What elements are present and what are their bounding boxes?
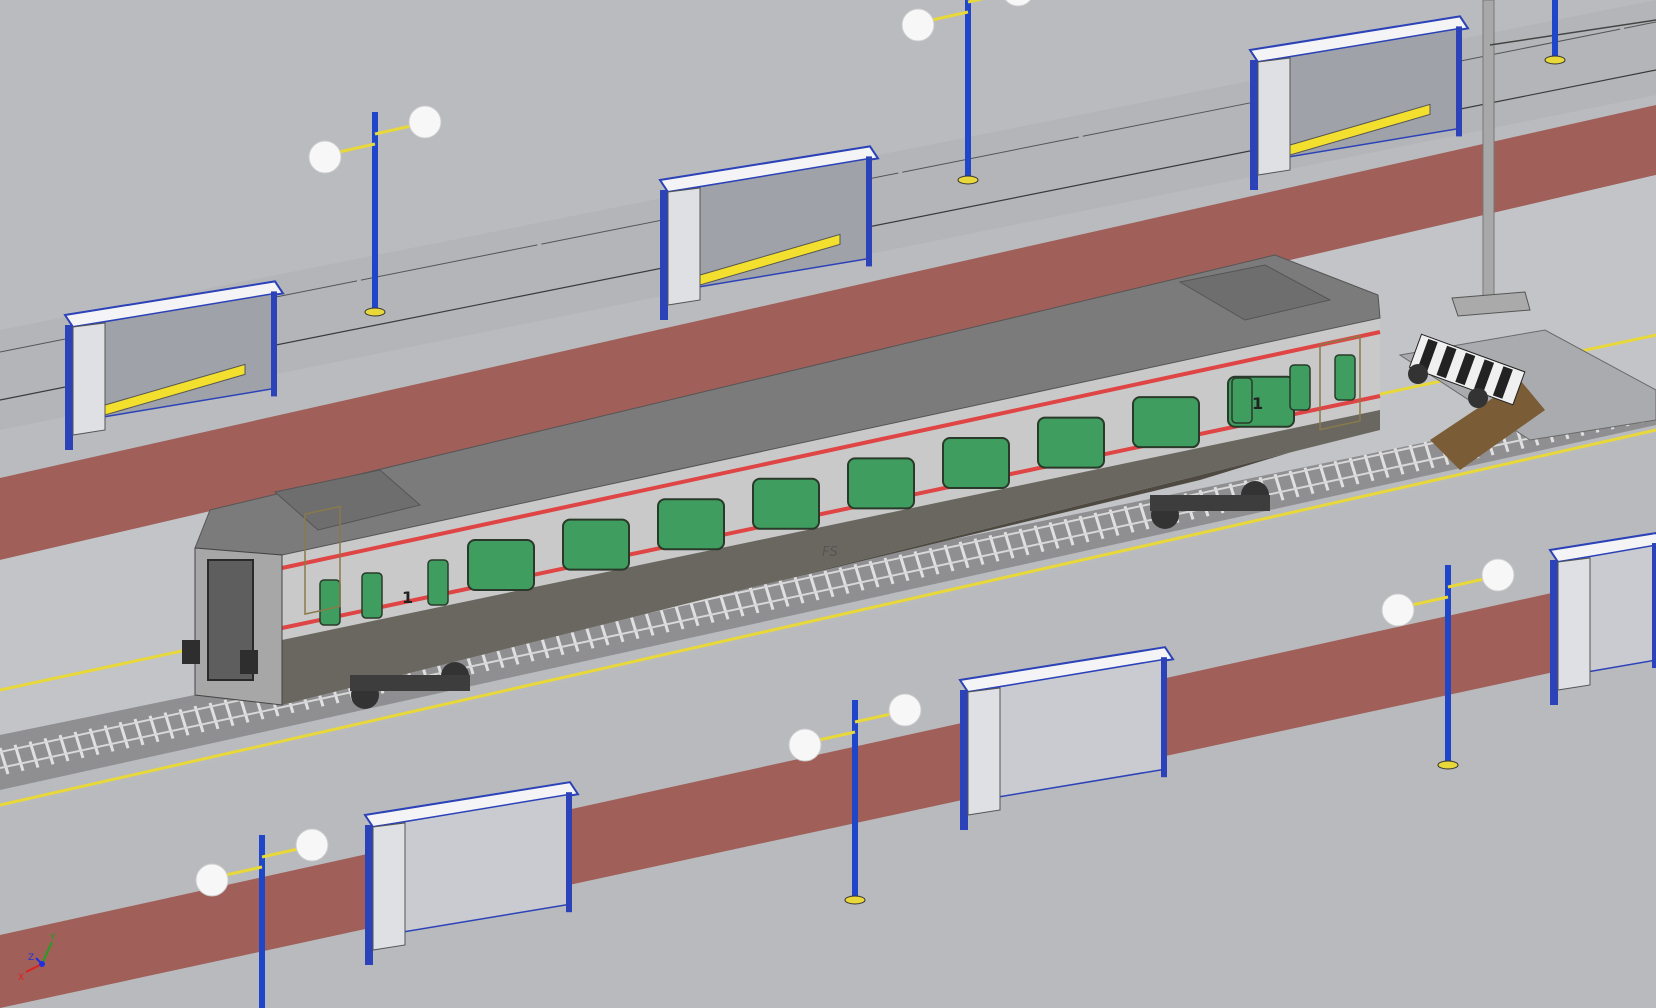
lamp-pole (1445, 565, 1451, 765)
shelter-side-panel (1257, 57, 1291, 176)
shelter-side-panel (967, 687, 1001, 816)
lamp-pole (372, 112, 378, 312)
lamp-pole (852, 700, 858, 900)
passenger-window (847, 457, 915, 510)
door-window (1231, 377, 1253, 424)
y-axis-label: Y (49, 933, 56, 943)
shelter-side-panel (667, 187, 701, 306)
z-axis-label: Z (28, 953, 34, 963)
passenger-window (467, 539, 535, 591)
door-window (361, 572, 383, 619)
shelter-post (960, 690, 968, 830)
shelter-post (1550, 560, 1558, 705)
door-window (1334, 354, 1356, 401)
door-window (427, 559, 449, 606)
shelter-post (271, 291, 277, 397)
shelter-post (65, 325, 73, 450)
lamp-pole (1552, 0, 1558, 60)
y-axis-line (41, 941, 53, 965)
lamp-base (1544, 55, 1566, 65)
first-class-marking-left: 1 (402, 588, 413, 607)
lamp-pole (965, 0, 971, 180)
passenger-window (752, 477, 820, 530)
shelter-post (365, 825, 373, 965)
axis-triad: Y X Z (18, 933, 56, 983)
shelter-side-panel (72, 322, 106, 436)
door-window (319, 579, 341, 626)
shelter-side-panel (372, 822, 406, 951)
first-class-marking-right: 1 (1252, 394, 1263, 413)
shelter-post (566, 792, 572, 913)
axis-origin (39, 961, 45, 967)
lamp-pole (259, 835, 265, 1008)
lamp-globe (901, 8, 935, 42)
rear-buffer-right (240, 650, 258, 674)
lamp-base (364, 307, 386, 317)
shelter-post (660, 190, 668, 320)
passenger-window (1132, 396, 1200, 449)
lamp-globe (1381, 593, 1415, 627)
shelter-post (866, 156, 872, 267)
shelter-post (1250, 60, 1258, 190)
lamp-base (957, 175, 979, 185)
operator-logo: FS (822, 545, 838, 560)
lamp-globe (408, 105, 442, 139)
door-window (1289, 364, 1311, 411)
shelter-side-panel (1557, 557, 1591, 691)
lamp-base (844, 895, 866, 905)
lamp-globe (295, 828, 329, 862)
x-axis-label: X (18, 973, 24, 983)
passenger-window (562, 518, 630, 571)
passenger-window (657, 498, 725, 551)
lamp-globe (1481, 558, 1515, 592)
lamp-globe (308, 140, 342, 174)
lamp-globe (888, 693, 922, 727)
lamp-globe (195, 863, 229, 897)
shelter-post (1456, 26, 1462, 137)
lamp-globe (788, 728, 822, 762)
cad-3d-viewport[interactable]: 1 1 FS Y X Z (0, 0, 1656, 1008)
shelter-post (1161, 657, 1167, 778)
shelter-post (1652, 543, 1656, 669)
passenger-window (1037, 416, 1105, 469)
station-scene[interactable]: 1 1 FS (0, 0, 1656, 1008)
lamp-base (1437, 760, 1459, 770)
passenger-window (942, 436, 1010, 489)
rear-buffer-left (182, 640, 200, 664)
